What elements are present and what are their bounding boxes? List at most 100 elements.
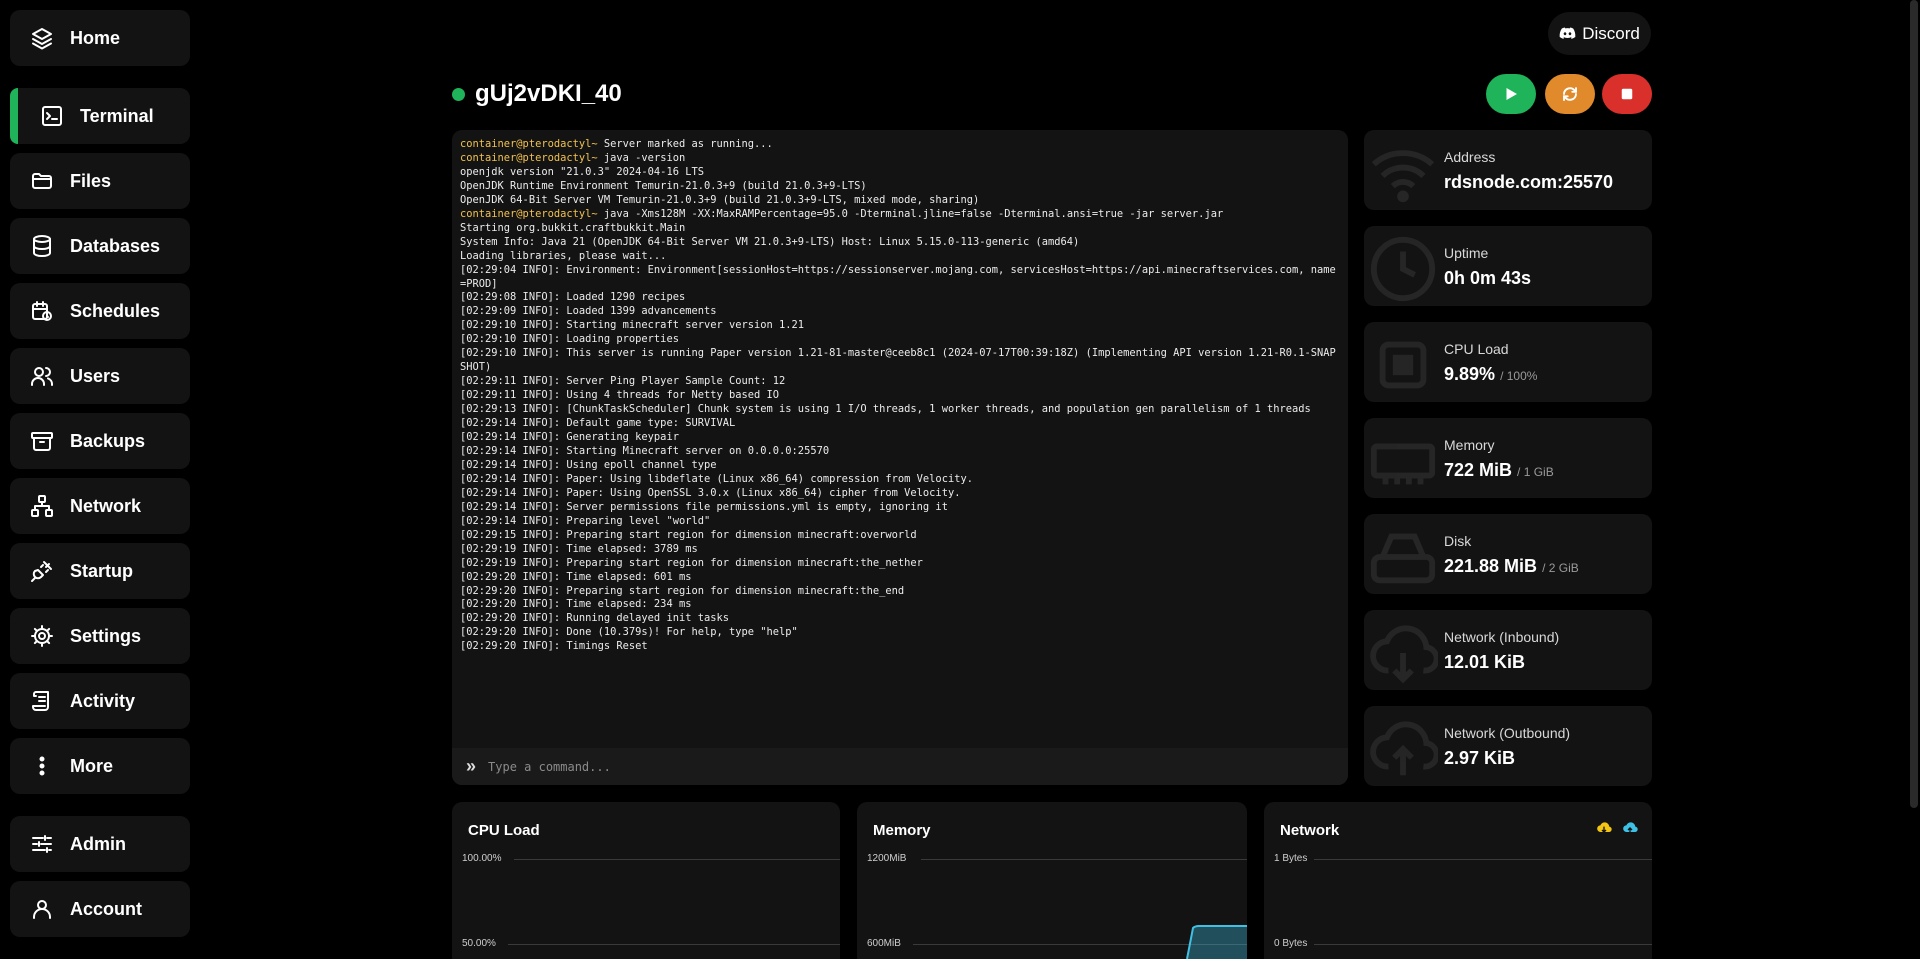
gridline [1314,944,1652,945]
sidebar-item-label: Account [70,898,142,919]
terminal-text: [02:29:19 INFO]: Preparing start region … [460,556,923,569]
terminal-line: [02:29:13 INFO]: [ChunkTaskScheduler] Ch… [460,403,1340,417]
discord-button[interactable]: Discord [1548,12,1651,55]
cloud-upload-icon [1623,822,1638,834]
sidebar-item-backups[interactable]: Backups [10,413,190,469]
terminal-line: OpenJDK 64-Bit Server VM Temurin-21.0.3+… [460,194,1340,208]
terminal-text: [02:29:20 INFO]: Time elapsed: 601 ms [460,570,692,583]
terminal-line: Loading libraries, please wait... [460,250,1340,264]
terminal-console[interactable]: container@pterodactyl~ Server marked as … [452,130,1348,785]
stat-label: Network (Inbound) [1444,629,1560,645]
terminal-line: openjdk version "21.0.3" 2024-04-16 LTS [460,166,1340,180]
terminal-text: [02:29:14 INFO]: Preparing level "world" [460,514,711,527]
sidebar-item-databases[interactable]: Databases [10,218,190,274]
terminal-line: container@pterodactyl~ java -version [460,152,1340,166]
terminal-text: [02:29:20 INFO]: Running delayed init ta… [460,612,729,625]
terminal-text: [02:29:19 INFO]: Time elapsed: 3789 ms [460,542,698,555]
terminal-line: [02:29:20 INFO]: Running delayed init ta… [460,612,1340,626]
sidebar-item-activity[interactable]: Activity [10,673,190,729]
terminal-text: [02:29:14 INFO]: Generating keypair [460,431,679,444]
sidebar-item-startup[interactable]: Startup [10,543,190,599]
terminal-text: [02:29:20 INFO]: Time elapsed: 234 ms [460,598,692,611]
restart-button[interactable] [1545,74,1595,114]
page-scrollbar[interactable] [1910,0,1918,808]
stat-label: Uptime [1444,245,1489,261]
sidebar-item-files[interactable]: Files [10,153,190,209]
stat-value: rdsnode.com:25570 [1444,172,1614,192]
sidebar-item-label: Databases [70,235,161,256]
refresh-icon [1563,87,1577,101]
sidebar-item-label: Backups [70,430,146,451]
stat-max: / 100% [1500,369,1538,383]
terminal-line: [02:29:14 INFO]: Server permissions file… [460,501,1340,515]
cloud-download-icon [1597,822,1612,833]
terminal-line: [02:29:14 INFO]: Starting Minecraft serv… [460,445,1340,459]
terminal-text: [02:29:09 INFO]: Loaded 1399 advancement… [460,305,717,318]
graph-tick: 0 Bytes [1274,938,1308,949]
terminal-text: [02:29:10 INFO]: Starting minecraft serv… [460,319,805,332]
discord-icon [1559,27,1576,39]
terminal-line: [02:29:10 INFO]: Loading properties [460,333,1340,347]
terminal-text: [02:29:14 INFO]: Paper: Using libdeflate… [460,472,973,485]
stat-max: / 2 GiB [1542,561,1579,575]
sidebar-item-terminal[interactable]: Terminal [10,88,190,144]
stat-max: / 1 GiB [1517,465,1554,479]
terminal-line: [02:29:14 INFO]: Paper: Using OpenSSL 3.… [460,487,1340,501]
terminal-line: OpenJDK Runtime Environment Temurin-21.0… [460,180,1340,194]
database-icon [28,232,56,260]
terminal-line: [02:29:14 INFO]: Default game type: SURV… [460,417,1340,431]
terminal-line: [02:29:04 INFO]: Environment: Environmen… [460,264,1340,292]
chevrons-right-icon: » [466,756,477,776]
graph-tick: 50.00% [462,938,496,949]
terminal-text: [02:29:11 INFO]: Server Ping Player Samp… [460,375,786,388]
server-name: gUj2vDKI_40 [475,80,622,107]
command-input[interactable] [488,759,1289,774]
terminal-text: [02:29:10 INFO]: Loading properties [460,333,679,346]
sidebar-item-more[interactable]: More [10,738,190,794]
stat-value: 2.97 KiB [1444,748,1516,768]
stat-card-address: Address rdsnode.com:25570 [1364,130,1652,210]
sidebar-item-users[interactable]: Users [10,348,190,404]
stop-button[interactable] [1602,74,1652,114]
terminal-text: OpenJDK 64-Bit Server VM Temurin-21.0.3+… [460,193,980,206]
sidebar-item-settings[interactable]: Settings [10,608,190,664]
terminal-text: [02:29:11 INFO]: Using 4 threads for Net… [460,389,780,402]
play-icon [1506,88,1517,100]
terminal-text: [02:29:14 INFO]: Paper: Using OpenSSL 3.… [460,486,961,499]
cloud-upload-icon [1368,714,1440,784]
terminal-text: [02:29:14 INFO]: Starting Minecraft serv… [460,444,830,457]
terminal-line: [02:29:14 INFO]: Generating keypair [460,431,1340,445]
terminal-text: [02:29:08 INFO]: Loaded 1290 recipes [460,291,686,304]
terminal-text: java -Xms128M -XX:MaxRAMPercentage=95.0 … [597,207,1224,220]
sliders-icon [28,830,56,858]
stat-label: Memory [1444,437,1495,453]
clock-icon [1368,234,1438,304]
sidebar-item-schedules[interactable]: Schedules [10,283,190,339]
terminal-text: java -version [597,151,686,164]
terminal-line: [02:29:19 INFO]: Preparing start region … [460,557,1340,571]
wifi-icon [1368,138,1438,208]
gridline [514,859,840,860]
terminal-output: container@pterodactyl~ Server marked as … [460,138,1340,743]
sidebar-item-home[interactable]: Home [10,10,190,66]
terminal-text: [02:29:20 INFO]: Preparing start region … [460,584,905,597]
terminal-text: [02:29:04 INFO]: Environment: Environmen… [460,263,1336,290]
command-bar: » [452,748,1348,785]
server-header: gUj2vDKI_40 [452,80,622,108]
terminal-prompt: container@pterodactyl~ [460,207,598,220]
sidebar-item-label: Admin [70,833,126,854]
archive-icon [28,427,56,455]
stat-label: CPU Load [1444,341,1509,357]
discord-label: Discord [1582,23,1640,43]
sidebar-item-account[interactable]: Account [10,881,190,937]
sidebar-item-admin[interactable]: Admin [10,816,190,872]
terminal-prompt: container@pterodactyl~ [460,151,598,164]
start-button[interactable] [1486,74,1536,114]
terminal-text: System Info: Java 21 (OpenJDK 64-Bit Ser… [460,235,1080,248]
users-icon [28,362,56,390]
sidebar-item-network[interactable]: Network [10,478,190,534]
stat-value: 9.89% / 100% [1444,364,1538,384]
terminal-text: [02:29:20 INFO]: Timings Reset [460,640,648,653]
memory-icon [1368,426,1438,496]
terminal-line: [02:29:10 INFO]: Starting minecraft serv… [460,319,1340,333]
